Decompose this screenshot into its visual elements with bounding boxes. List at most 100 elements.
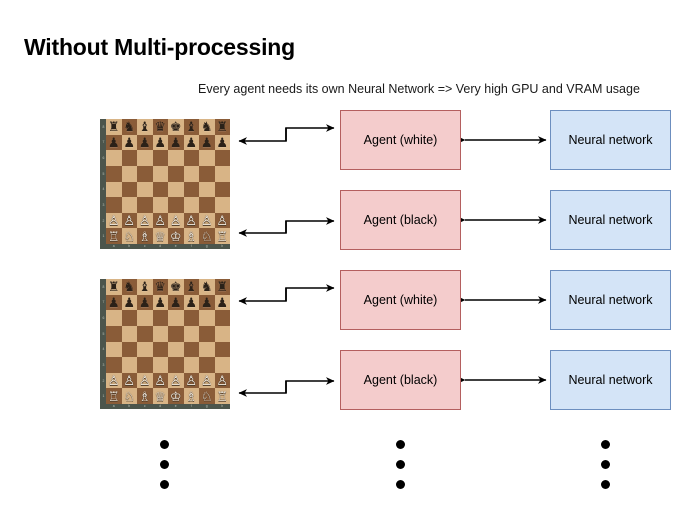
board-square-b5	[121, 165, 137, 182]
board-square-f6	[183, 310, 199, 326]
board-square-c2: ♙	[137, 372, 153, 389]
chess-piece: ♙	[154, 213, 167, 229]
board-square-c1: ♗	[137, 228, 153, 244]
file-label: e	[174, 244, 177, 249]
board-square-g6	[199, 150, 215, 166]
neural-network-node-3[interactable]: Neural network	[550, 270, 671, 330]
chess-piece: ♙	[123, 373, 136, 389]
board-square-b5	[121, 325, 137, 342]
file-label: c	[143, 404, 146, 409]
neural-network-node-label: Neural network	[568, 213, 653, 227]
chess-piece: ♜	[216, 119, 229, 135]
board-square-a6	[106, 150, 122, 166]
board-square-d5	[152, 325, 168, 342]
agent-node-black-2[interactable]: Agent (black)	[340, 350, 461, 410]
board-square-d7: ♟	[152, 294, 168, 311]
board-square-e4	[168, 181, 184, 198]
chess-piece: ♟	[216, 294, 229, 310]
chess-piece: ♟	[185, 134, 198, 150]
agent-node-black-1[interactable]: Agent (black)	[340, 190, 461, 250]
chess-board-1: 87654321 ♜ ♞ ♝ ♛ ♚ ♝ ♞ ♜ ♟ ♟ ♟ ♟ ♟ ♟ ♟ ♟ ♙ ♙ ♙ ♙ ♙ ♙ ♙ ♙ ♖ ♘ ♗ ♕ ♔ ♗ ♘…	[100, 119, 230, 249]
board-square-f4	[183, 341, 199, 358]
board-square-a7: ♟	[106, 294, 122, 311]
chess-piece: ♘	[200, 228, 213, 244]
chess-piece: ♝	[138, 279, 151, 295]
neural-network-node-2[interactable]: Neural network	[550, 190, 671, 250]
arrow-layer	[238, 124, 547, 397]
chess-piece: ♚	[169, 119, 182, 135]
chess-piece: ♟	[216, 134, 229, 150]
chess-piece: ♙	[138, 373, 151, 389]
chess-piece: ♙	[185, 213, 198, 229]
chess-piece: ♙	[216, 373, 229, 389]
file-label: b	[128, 404, 131, 409]
ellipsis-dot	[601, 460, 610, 469]
board-square-a5	[106, 325, 122, 342]
board-square-f5	[183, 165, 199, 182]
chess-piece: ♙	[107, 373, 120, 389]
board-square-g8: ♞	[199, 279, 215, 295]
chess-piece: ♕	[154, 388, 167, 404]
chess-piece: ♛	[154, 279, 167, 295]
board-square-b4	[121, 181, 137, 198]
file-label: e	[174, 404, 177, 409]
chess-piece: ♗	[138, 228, 151, 244]
chess-board-2: 87654321 ♜ ♞ ♝ ♛ ♚ ♝ ♞ ♜ ♟ ♟ ♟ ♟ ♟ ♟ ♟ ♟ ♙ ♙ ♙ ♙ ♙ ♙ ♙ ♙ ♖ ♘ ♗ ♕ ♔ ♗ ♘…	[100, 279, 230, 409]
chess-piece: ♙	[200, 373, 213, 389]
chess-piece: ♖	[216, 388, 229, 404]
board-square-d2: ♙	[152, 212, 168, 229]
file-label: d	[159, 404, 162, 409]
board-square-h8: ♜	[214, 279, 230, 295]
board-square-a7: ♟	[106, 134, 122, 151]
file-label: b	[128, 244, 131, 249]
ellipsis-dot	[160, 480, 169, 489]
chess-piece: ♝	[138, 119, 151, 135]
board-square-a4	[106, 341, 122, 358]
board-square-e6	[168, 150, 184, 166]
board-square-h3	[214, 357, 230, 373]
board-square-d1: ♕	[152, 228, 168, 244]
neural-network-node-label: Neural network	[568, 373, 653, 387]
board-square-b3	[121, 357, 137, 373]
board-file-labels: a b c d e f g h	[106, 404, 230, 409]
board-square-h7: ♟	[214, 134, 230, 151]
board-square-e6	[168, 310, 184, 326]
board-square-d6	[152, 310, 168, 326]
ellipsis-dot	[396, 440, 405, 449]
board-square-a1: ♖	[106, 228, 122, 244]
arrow-board1-to-agent-white	[238, 124, 335, 145]
board-square-d6	[152, 150, 168, 166]
neural-network-node-1[interactable]: Neural network	[550, 110, 671, 170]
board-square-e8: ♚	[168, 119, 184, 135]
neural-network-node-4[interactable]: Neural network	[550, 350, 671, 410]
board-square-h5	[214, 325, 230, 342]
chess-piece: ♟	[200, 134, 213, 150]
chess-piece: ♖	[107, 228, 120, 244]
board-square-e3	[168, 357, 184, 373]
chess-piece: ♝	[185, 279, 198, 295]
board-square-e1: ♔	[168, 388, 184, 404]
chess-piece: ♟	[107, 294, 120, 310]
agent-node-white-1[interactable]: Agent (white)	[340, 110, 461, 170]
board-squares: ♜ ♞ ♝ ♛ ♚ ♝ ♞ ♜ ♟ ♟ ♟ ♟ ♟ ♟ ♟ ♟ ♙ ♙ ♙ ♙ ♙ ♙ ♙ ♙ ♖ ♘ ♗ ♕ ♔ ♗ ♘ ♖	[106, 119, 230, 244]
board-square-h1: ♖	[214, 228, 230, 244]
board-square-f4	[183, 181, 199, 198]
ellipsis-boards	[160, 440, 169, 489]
chess-piece: ♟	[123, 294, 136, 310]
board-square-b2: ♙	[121, 212, 137, 229]
board-square-g2: ♙	[199, 212, 215, 229]
chess-piece: ♚	[169, 279, 182, 295]
file-label: a	[112, 244, 115, 249]
chess-piece: ♟	[138, 134, 151, 150]
board-square-b4	[121, 341, 137, 358]
agent-node-white-2[interactable]: Agent (white)	[340, 270, 461, 330]
chess-piece: ♝	[185, 119, 198, 135]
file-label: d	[159, 244, 162, 249]
board-square-a8: ♜	[106, 279, 122, 295]
chess-piece: ♟	[185, 294, 198, 310]
chess-piece: ♗	[185, 228, 198, 244]
file-label: f	[190, 244, 192, 249]
ellipsis-dot	[160, 440, 169, 449]
chess-piece: ♙	[216, 213, 229, 229]
board-file-labels: a b c d e f g h	[106, 244, 230, 249]
